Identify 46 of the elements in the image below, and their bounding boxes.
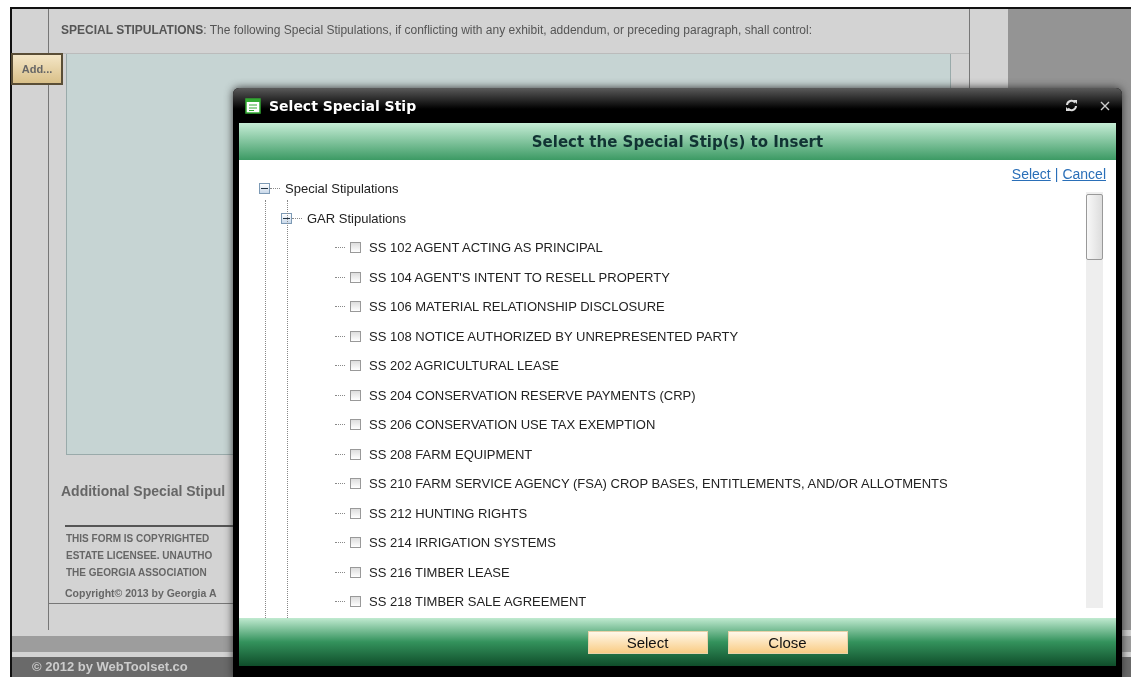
dialog-button[interactable]: Close <box>727 630 848 654</box>
copyright-notice-line: ESTATE LICENSEE. UNAUTHO <box>66 550 213 561</box>
header-link[interactable]: Cancel <box>1062 166 1106 182</box>
scrollbar[interactable] <box>1086 192 1103 608</box>
checkbox[interactable] <box>350 301 361 313</box>
stipulation-label[interactable]: SS 218 TIMBER SALE AGREEMENT <box>369 594 587 610</box>
close-icon[interactable] <box>1100 100 1110 111</box>
refresh-icon[interactable] <box>1065 99 1078 112</box>
link-separator: | <box>1054 166 1059 182</box>
header-link[interactable]: Select <box>1011 166 1051 182</box>
checkbox[interactable] <box>350 271 361 283</box>
stipulation-label[interactable]: SS 214 IRRIGATION SYSTEMS <box>369 535 556 551</box>
dialog-title: Select Special Stip <box>269 97 418 114</box>
checkbox[interactable] <box>350 419 361 431</box>
checkbox[interactable] <box>350 596 361 608</box>
checkbox[interactable] <box>350 566 361 578</box>
stipulation-label[interactable]: SS 108 NOTICE AUTHORIZED BY UNREPRESENTED PARTY <box>369 328 739 344</box>
checkbox[interactable] <box>350 360 361 372</box>
checkbox[interactable] <box>350 537 361 549</box>
add-button[interactable]: Add... <box>11 53 63 85</box>
checkbox[interactable] <box>350 507 361 519</box>
stipulation-label[interactable]: SS 208 FARM EQUIPMENT <box>369 446 533 462</box>
copyright-notice-line: THIS FORM IS COPYRIGHTED <box>66 533 210 544</box>
checkbox[interactable] <box>350 448 361 460</box>
stipulation-label[interactable]: SS 210 FARM SERVICE AGENCY (FSA) CROP BASES, ENTITLEMENTS, AND/OR ALLOTMENTS <box>369 476 948 492</box>
checkbox[interactable] <box>350 242 361 254</box>
stipulation-label[interactable]: SS 204 CONSERVATION RESERVE PAYMENTS (CRP) <box>369 387 696 403</box>
checkbox[interactable] <box>350 389 361 401</box>
stipulation-label[interactable]: SS 202 AGRICULTURAL LEASE <box>369 358 560 374</box>
stipulation-label[interactable]: SS 206 CONSERVATION USE TAX EXEMPTION <box>369 417 656 433</box>
stipulation-label[interactable]: SS 216 TIMBER LEASE <box>369 564 510 580</box>
dialog-button[interactable]: Select <box>587 630 708 654</box>
stipulation-label[interactable]: SS 102 AGENT ACTING AS PRINCIPAL <box>369 240 603 256</box>
tree-node-label[interactable]: Special Stipulations <box>285 181 399 197</box>
checkbox[interactable] <box>350 478 361 490</box>
copyright-notice-line: THE GEORGIA ASSOCIATION <box>66 567 207 578</box>
footer-text: © 2012 by WebToolset.co <box>31 658 188 674</box>
document-icon <box>245 97 261 114</box>
additional-stipulations-label: Additional Special Stipul <box>61 483 226 499</box>
tree-node-label[interactable]: GAR Stipulations <box>307 210 406 226</box>
header-text: Select the Special Stip(s) to Insert <box>531 132 824 151</box>
stipulation-label[interactable]: SS 212 HUNTING RIGHTS <box>369 505 528 521</box>
copyright-text: Copyright© 2013 by Georgia A <box>65 587 217 599</box>
checkbox[interactable] <box>350 330 361 342</box>
stipulation-label[interactable]: SS 106 MATERIAL RELATIONSHIP DISCLOSURE <box>369 299 665 315</box>
stipulation-label[interactable]: SS 104 AGENT'S INTENT TO RESELL PROPERTY <box>369 269 670 285</box>
